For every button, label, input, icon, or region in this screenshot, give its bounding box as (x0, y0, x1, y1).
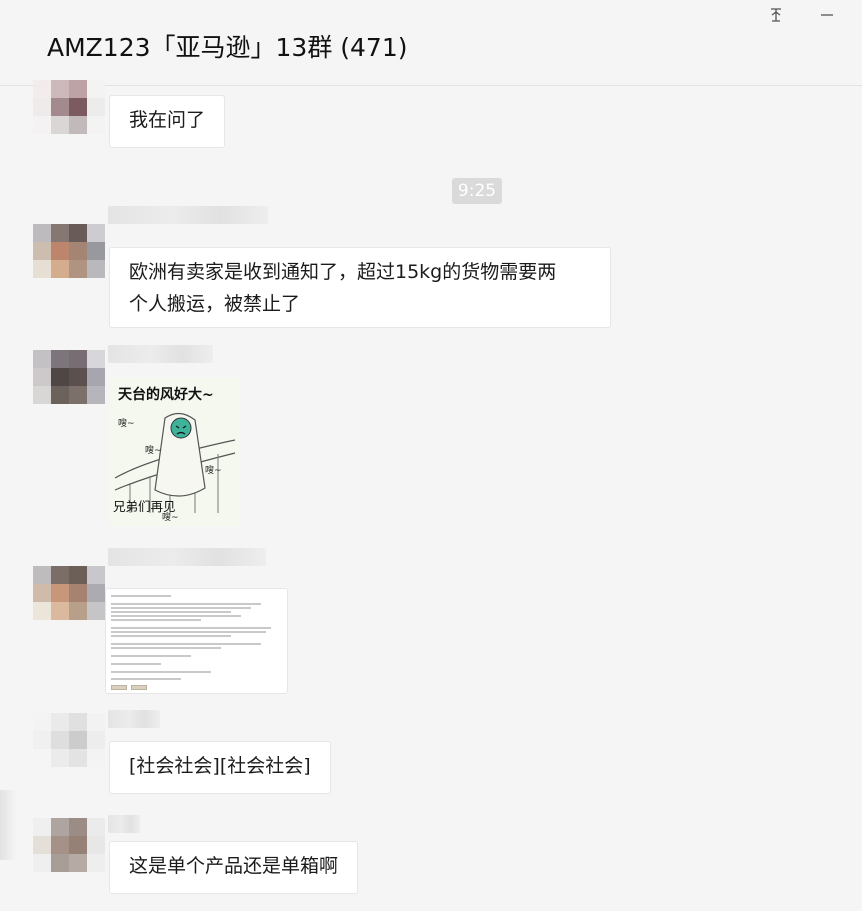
svg-text:嗖~: 嗖~ (145, 444, 162, 456)
chat-window: AMZ123「亚马逊」13群 (471) 我在问了 9:25 欧洲有卖家是收到通… (0, 0, 862, 911)
svg-text:嗖~: 嗖~ (205, 464, 222, 476)
scroll-edge-shadow (0, 790, 16, 860)
minimize-button[interactable] (812, 2, 842, 28)
chat-title: AMZ123「亚马逊」13群 (471) (47, 33, 408, 62)
pin-button[interactable] (761, 2, 791, 28)
pin-icon (771, 8, 781, 22)
sender-name (108, 345, 213, 363)
message-text: 这是单个产品还是单箱啊 (129, 855, 339, 877)
sticker-image[interactable]: 天台的风好大~ 嗖~ 嗖~ 嗖~ 嗖~ 兄弟们再见 (110, 378, 240, 526)
timestamp-chip: 9:25 (452, 178, 502, 204)
message-bubble[interactable]: 我在问了 (109, 95, 226, 148)
sender-name (108, 548, 266, 566)
message-text: [社会社会][社会社会] (129, 755, 311, 777)
avatar[interactable] (33, 224, 105, 278)
avatar[interactable] (33, 80, 105, 134)
avatar[interactable] (33, 566, 105, 620)
document-image[interactable] (105, 588, 288, 694)
sticker-caption: 兄弟们再见 (113, 499, 176, 514)
sender-name (108, 206, 268, 224)
message-bubble[interactable]: 这是单个产品还是单箱啊 (109, 841, 359, 894)
message-text-line: 个人搬运，被禁止了 (129, 293, 301, 315)
avatar[interactable] (33, 350, 105, 404)
avatar[interactable] (33, 818, 105, 872)
message-bubble[interactable]: [社会社会][社会社会] (109, 741, 331, 794)
minimize-icon (821, 14, 833, 16)
title-bar: AMZ123「亚马逊」13群 (471) (0, 0, 862, 86)
message-text: 我在问了 (129, 109, 206, 131)
avatar[interactable] (33, 713, 105, 767)
sender-name (108, 710, 160, 728)
message-bubble[interactable]: 欧洲有卖家是收到通知了，超过15kg的货物需要两 个人搬运，被禁止了 (109, 247, 611, 328)
message-text-line: 欧洲有卖家是收到通知了，超过15kg的货物需要两 (129, 261, 557, 283)
sender-name (108, 815, 140, 833)
svg-text:嗖~: 嗖~ (118, 417, 135, 429)
